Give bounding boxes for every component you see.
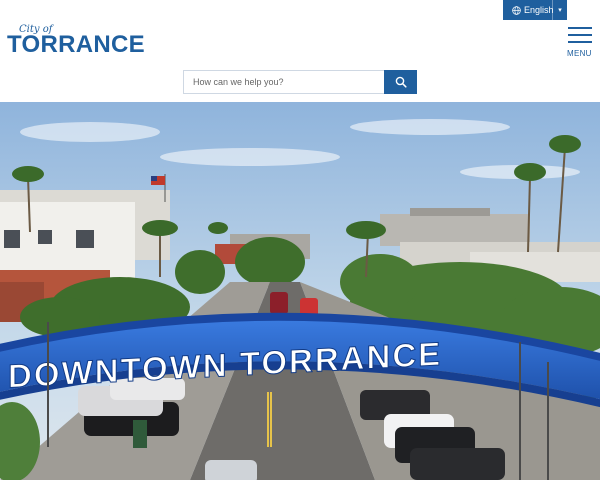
language-label: English xyxy=(524,5,554,15)
hamburger-icon-bar xyxy=(568,41,592,43)
language-selector-button[interactable]: English ▾ xyxy=(503,0,567,20)
logo-name-text: TORRANCE xyxy=(7,31,145,58)
menu-label: MENU xyxy=(567,49,592,58)
caret-down-icon[interactable]: ▾ xyxy=(552,0,567,20)
page: City of TORRANCE English ▾ MENU How can … xyxy=(0,0,600,480)
search-button[interactable] xyxy=(384,70,417,94)
search-input[interactable] xyxy=(183,70,385,94)
site-search xyxy=(183,70,417,94)
menu-button[interactable]: MENU xyxy=(566,27,594,59)
downtown-torrance-photo: DOWNTOWN TORRANCE xyxy=(0,102,600,480)
globe-icon xyxy=(512,5,521,15)
search-icon xyxy=(395,76,407,88)
hero-image: DOWNTOWN TORRANCE xyxy=(0,102,600,480)
site-header: City of TORRANCE English ▾ MENU xyxy=(0,0,600,102)
hamburger-icon xyxy=(568,27,592,29)
hamburger-icon-bar xyxy=(568,34,592,36)
